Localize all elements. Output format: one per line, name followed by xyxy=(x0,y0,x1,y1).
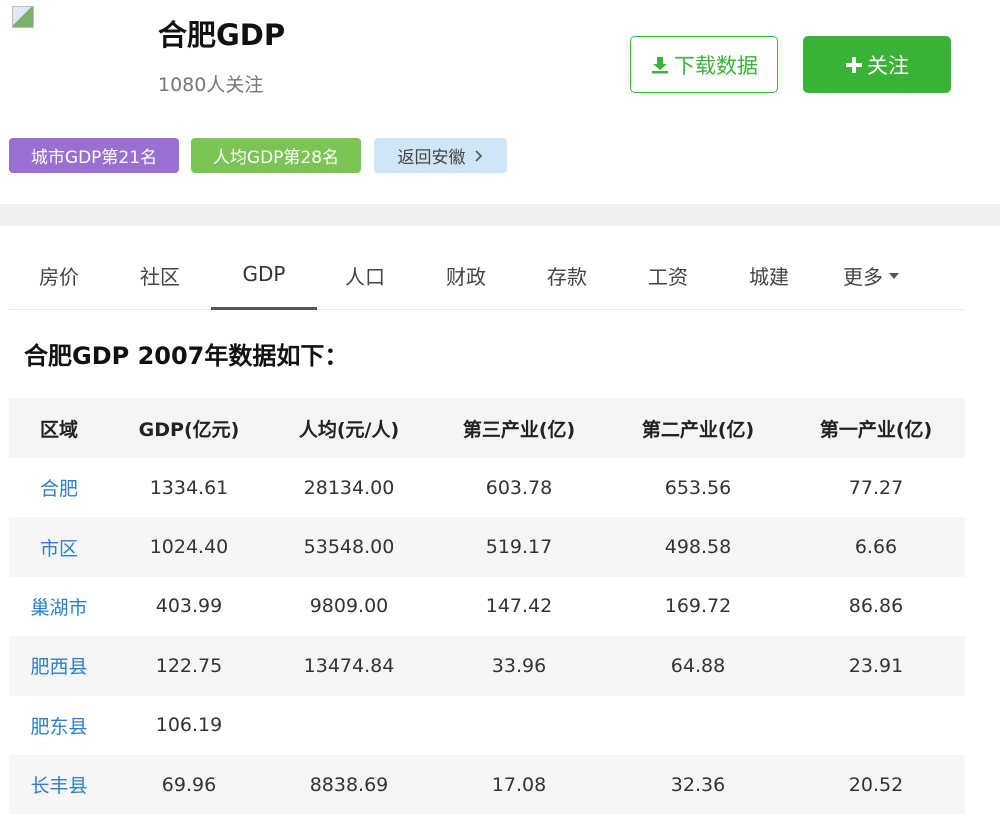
city-gdp-rank-label: 城市GDP第21名 xyxy=(30,148,158,168)
column-header: 第一产业(亿) xyxy=(819,418,933,441)
plus-icon xyxy=(846,56,862,73)
table-cell: 1024.40 xyxy=(149,536,229,559)
column-header: 第三产业(亿) xyxy=(462,418,576,441)
tab-deposits[interactable]: 存款 xyxy=(517,240,617,310)
tab-label: 工资 xyxy=(648,264,688,289)
column-header: 第二产业(亿) xyxy=(641,418,755,441)
tab-label: 人口 xyxy=(345,264,385,289)
caret-down-icon xyxy=(889,273,899,279)
table-cell: 9809.00 xyxy=(309,595,389,618)
chevron-right-icon xyxy=(474,149,482,162)
column-header: GDP(亿元) xyxy=(138,418,240,441)
follow-button[interactable]: 关注 xyxy=(803,36,951,93)
city-gdp-rank-badge[interactable]: 城市GDP第21名 xyxy=(9,138,179,173)
region-link[interactable]: 市区 xyxy=(9,534,109,561)
table-cell: 53548.00 xyxy=(303,536,395,559)
tab-community[interactable]: 社区 xyxy=(110,240,210,310)
table-row: 肥西县 122.75 13474.84 33.96 64.88 23.91 xyxy=(9,636,965,696)
city-logo xyxy=(12,6,36,30)
table-cell: 653.56 xyxy=(664,476,732,499)
tab-label: 城建 xyxy=(749,264,789,289)
broken-image-icon xyxy=(12,6,34,28)
tab-label: 财政 xyxy=(446,264,486,289)
tab-label: 社区 xyxy=(140,264,180,289)
table-cell: 8838.69 xyxy=(309,773,389,796)
table-cell: 1334.61 xyxy=(149,476,229,499)
table-cell: 69.96 xyxy=(161,773,217,796)
section-divider xyxy=(0,204,1000,226)
table-cell: 13474.84 xyxy=(303,654,395,677)
table-cell: 32.36 xyxy=(670,773,726,796)
tab-label: 更多 xyxy=(843,264,883,289)
page-title: 合肥GDP xyxy=(158,18,286,52)
back-to-province-label: 返回安徽 xyxy=(397,148,466,168)
column-header: 区域 xyxy=(39,418,78,441)
table-cell: 169.72 xyxy=(664,595,732,618)
tab-label: 房价 xyxy=(39,264,79,289)
table-cell: 603.78 xyxy=(485,476,553,499)
tab-finance[interactable]: 财政 xyxy=(416,240,516,310)
tab-label: 存款 xyxy=(547,264,587,289)
region-link[interactable]: 肥东县 xyxy=(9,712,109,739)
table-row: 长丰县 69.96 8838.69 17.08 32.36 20.52 xyxy=(9,754,965,815)
table-cell: 86.86 xyxy=(848,595,904,618)
region-link[interactable]: 长丰县 xyxy=(9,771,109,798)
per-capita-gdp-rank-badge[interactable]: 人均GDP第28名 xyxy=(191,138,361,173)
table-cell: 77.27 xyxy=(848,476,904,499)
download-data-button[interactable]: 下载数据 xyxy=(630,36,778,93)
per-capita-gdp-rank-label: 人均GDP第28名 xyxy=(212,148,340,168)
table-cell: 33.96 xyxy=(491,654,547,677)
region-link[interactable]: 巢湖市 xyxy=(9,593,109,620)
table-row: 巢湖市 403.99 9809.00 147.42 169.72 86.86 xyxy=(9,577,965,636)
column-header: 人均(元/人) xyxy=(298,418,400,441)
table-cell: 17.08 xyxy=(491,773,547,796)
table-row: 合肥 1334.61 28134.00 603.78 653.56 77.27 xyxy=(9,458,965,517)
tab-wages[interactable]: 工资 xyxy=(618,240,718,310)
table-cell: 498.58 xyxy=(664,536,732,559)
table-header-row: 区域 GDP(亿元) 人均(元/人) 第三产业(亿) 第二产业(亿) 第一产业(… xyxy=(9,398,965,458)
gdp-table: 区域 GDP(亿元) 人均(元/人) 第三产业(亿) 第二产业(亿) 第一产业(… xyxy=(9,398,965,815)
follow-label: 关注 xyxy=(867,53,909,78)
tab-more[interactable]: 更多 xyxy=(821,240,921,310)
tab-urban-construction[interactable]: 城建 xyxy=(719,240,819,310)
region-link[interactable]: 肥西县 xyxy=(9,652,109,679)
tab-label: GDP xyxy=(242,261,286,286)
city-header: 合肥GDP 1080人关注 下载数据 关注 城市GDP第21名 人均GDP第28… xyxy=(0,0,1000,204)
table-cell: 519.17 xyxy=(485,536,553,559)
table-cell: 28134.00 xyxy=(303,476,395,499)
download-icon xyxy=(652,56,668,73)
table-cell: 403.99 xyxy=(155,595,223,618)
tab-gdp[interactable]: GDP xyxy=(211,240,317,310)
region-link[interactable]: 合肥 xyxy=(9,474,109,501)
download-data-label: 下载数据 xyxy=(674,53,758,78)
table-cell: 122.75 xyxy=(155,654,223,677)
table-cell: 147.42 xyxy=(485,595,553,618)
table-cell: 6.66 xyxy=(854,536,898,559)
table-heading: 合肥GDP 2007年数据如下： xyxy=(24,342,349,370)
table-row: 市区 1024.40 53548.00 519.17 498.58 6.66 xyxy=(9,517,965,577)
tab-population[interactable]: 人口 xyxy=(315,240,415,310)
tab-house-price[interactable]: 房价 xyxy=(9,240,109,310)
table-cell: 20.52 xyxy=(848,773,904,796)
table-cell: 106.19 xyxy=(155,714,223,737)
follower-count: 1080人关注 xyxy=(158,74,264,96)
back-to-province-button[interactable]: 返回安徽 xyxy=(374,138,507,173)
table-cell: 64.88 xyxy=(670,654,726,677)
table-row: 肥东县 106.19 xyxy=(9,696,965,755)
table-cell: 23.91 xyxy=(848,654,904,677)
category-tabs: 房价 社区 GDP 人口 财政 存款 工资 城建 更多 xyxy=(9,240,965,310)
